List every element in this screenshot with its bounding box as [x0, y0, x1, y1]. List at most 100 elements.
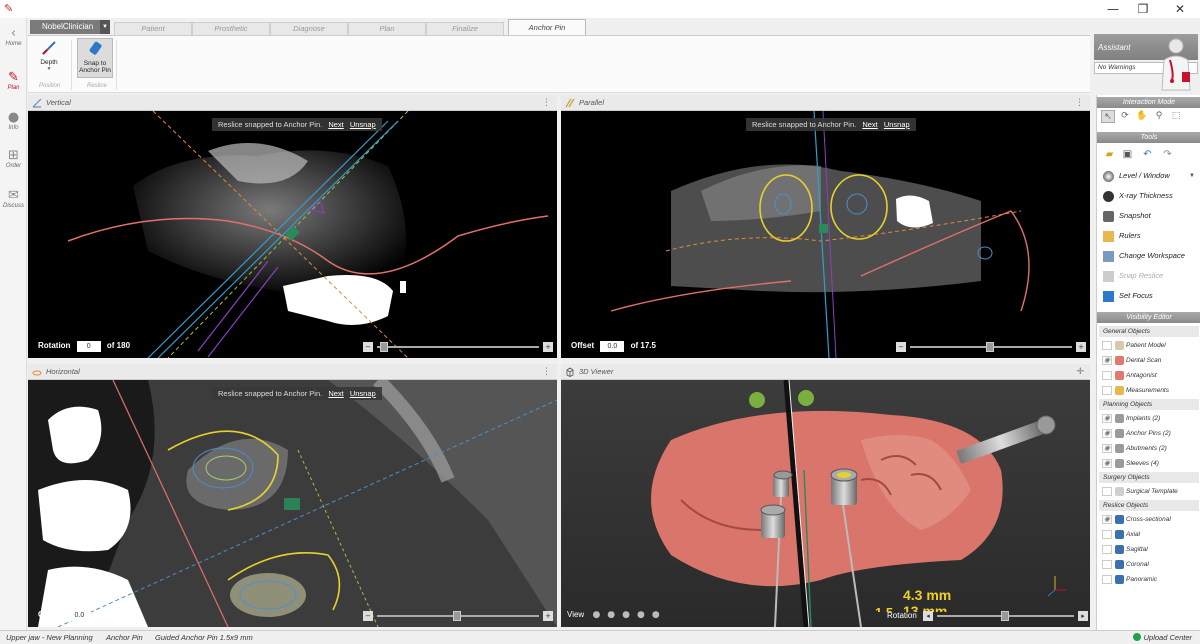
- 3d-rotation-slider[interactable]: ◂ ▸: [923, 611, 1088, 621]
- nav-info[interactable]: ● Info: [0, 110, 27, 131]
- viewport-menu-icon[interactable]: ⋮: [542, 364, 551, 380]
- visibility-row[interactable]: ◉ Cross-sectional: [1099, 512, 1199, 527]
- tab-diagnose[interactable]: Diagnose: [270, 22, 348, 35]
- vertical-image[interactable]: Reslice snapped to Anchor Pin. Next Unsn…: [28, 111, 557, 358]
- visibility-row[interactable]: Sagittal: [1099, 542, 1199, 557]
- 3d-viewer-viewport[interactable]: 3D Viewer ✛ 4.3 mm 13 mm View ●●●●● Rota…: [561, 364, 1090, 627]
- zoom-icon[interactable]: ⚲: [1152, 110, 1166, 123]
- horizontal-image[interactable]: Reslice snapped to Anchor Pin. Next Unsn…: [28, 380, 557, 627]
- pan-hand-icon[interactable]: ✋: [1135, 110, 1149, 123]
- slider-knob[interactable]: [986, 342, 994, 352]
- slider-increment-button[interactable]: +: [1076, 342, 1086, 352]
- eye-toggle-icon[interactable]: [1102, 560, 1112, 569]
- minimize-button[interactable]: —: [1100, 2, 1126, 16]
- nav-home[interactable]: ‹ Home: [0, 26, 27, 47]
- redo-icon[interactable]: ↷: [1161, 148, 1174, 161]
- tab-prosthetic[interactable]: Prosthetic: [192, 22, 270, 35]
- maximize-button[interactable]: ❐: [1130, 2, 1156, 16]
- upload-center-button[interactable]: Upload Center: [1132, 631, 1192, 644]
- nav-order[interactable]: ⊞ Order: [0, 148, 27, 169]
- viewport-menu-icon[interactable]: ⋮: [542, 95, 551, 111]
- offset-slider[interactable]: − +: [896, 342, 1086, 352]
- visibility-row[interactable]: Panoramic: [1099, 572, 1199, 587]
- expand-icon[interactable]: ✛: [1076, 364, 1084, 380]
- assistant-panel[interactable]: Assistant No Warnings: [1094, 34, 1200, 92]
- close-button[interactable]: ✕: [1167, 2, 1193, 16]
- rotation-input[interactable]: 0: [76, 341, 101, 352]
- parallel-image[interactable]: Reslice snapped to Anchor Pin. Next Unsn…: [561, 111, 1090, 358]
- notice-next-link[interactable]: Next: [328, 389, 343, 398]
- parallel-viewport[interactable]: Parallel ⋮ Reslice snapped to Anchor Pin…: [561, 95, 1090, 358]
- visibility-row[interactable]: ◉ Dental Scan: [1099, 353, 1199, 368]
- skull-view-icons[interactable]: ●●●●●: [592, 610, 666, 620]
- eye-toggle-icon[interactable]: ◉: [1102, 429, 1112, 438]
- eye-toggle-icon[interactable]: [1102, 575, 1112, 584]
- snap-to-anchor-pin-button[interactable]: Snap to Anchor Pin: [77, 38, 113, 78]
- visibility-row[interactable]: Coronal: [1099, 557, 1199, 572]
- 3d-scene[interactable]: 4.3 mm 13 mm 1.5 View ●●●●● Rotation ◂ ▸: [561, 380, 1090, 627]
- tab-anchor-pin[interactable]: Anchor Pin: [508, 19, 586, 35]
- visibility-row[interactable]: ◉ Anchor Pins (2): [1099, 426, 1199, 441]
- eye-toggle-icon[interactable]: [1102, 371, 1112, 380]
- slider-left-button[interactable]: ◂: [923, 611, 933, 621]
- eye-toggle-icon[interactable]: ◉: [1102, 414, 1112, 423]
- visibility-row[interactable]: Measurements: [1099, 383, 1199, 398]
- visibility-row[interactable]: Patient Model: [1099, 338, 1199, 353]
- notice-unsnap-link[interactable]: Unsnap: [350, 389, 376, 398]
- notice-unsnap-link[interactable]: Unsnap: [350, 120, 376, 129]
- tab-plan[interactable]: Plan: [348, 22, 426, 35]
- pointer-icon[interactable]: ↖: [1101, 110, 1115, 123]
- eye-toggle-icon[interactable]: [1102, 386, 1112, 395]
- notice-unsnap-link[interactable]: Unsnap: [884, 120, 910, 129]
- tool-snap-reslice[interactable]: Snap Reslice: [1101, 267, 1199, 285]
- save-icon[interactable]: ▣: [1121, 148, 1134, 161]
- tab-patient[interactable]: Patient: [114, 22, 192, 35]
- notice-next-link[interactable]: Next: [862, 120, 877, 129]
- offset-input[interactable]: 0.0: [67, 610, 92, 621]
- tool-level-window[interactable]: Level / Window ▼: [1101, 167, 1199, 185]
- visibility-row[interactable]: ◉ Abutments (2): [1099, 441, 1199, 456]
- eye-toggle-icon[interactable]: ◉: [1102, 459, 1112, 468]
- slider-decrement-button[interactable]: −: [363, 611, 373, 621]
- tool-xray-thickness[interactable]: X-ray Thickness: [1101, 187, 1199, 205]
- product-selector[interactable]: NobelClinician ▼: [30, 20, 110, 34]
- nav-discuss[interactable]: ✉ Discuss: [0, 188, 27, 209]
- slider-right-button[interactable]: ▸: [1078, 611, 1088, 621]
- open-folder-icon[interactable]: ▰: [1103, 148, 1116, 161]
- eye-toggle-icon[interactable]: [1102, 530, 1112, 539]
- rotate-icon[interactable]: ⟳: [1118, 110, 1132, 123]
- visibility-row[interactable]: Antagonist: [1099, 368, 1199, 383]
- slider-knob[interactable]: [453, 611, 461, 621]
- slider-knob[interactable]: [380, 342, 388, 352]
- offset-slider[interactable]: − +: [363, 611, 553, 621]
- visibility-row[interactable]: ◉ Implants (2): [1099, 411, 1199, 426]
- notice-next-link[interactable]: Next: [328, 120, 343, 129]
- tool-rulers[interactable]: Rulers: [1101, 227, 1199, 245]
- horizontal-viewport[interactable]: Horizontal ⋮ Reslice snapped to Anchor P…: [28, 364, 557, 627]
- slider-decrement-button[interactable]: −: [363, 342, 373, 352]
- depth-button[interactable]: Depth ▼: [34, 38, 64, 78]
- eye-toggle-icon[interactable]: [1102, 487, 1112, 496]
- slider-increment-button[interactable]: +: [543, 611, 553, 621]
- eye-toggle-icon[interactable]: ◉: [1102, 515, 1112, 524]
- eye-toggle-icon[interactable]: [1102, 341, 1112, 350]
- tool-set-focus[interactable]: Set Focus: [1101, 287, 1199, 305]
- visibility-row[interactable]: ◉ Sleeves (4): [1099, 456, 1199, 471]
- slider-knob[interactable]: [1001, 611, 1009, 621]
- undo-icon[interactable]: ↶: [1141, 148, 1154, 161]
- visibility-row[interactable]: Axial: [1099, 527, 1199, 542]
- slider-decrement-button[interactable]: −: [896, 342, 906, 352]
- tab-finalize[interactable]: Finalize: [426, 22, 504, 35]
- zoom-region-icon[interactable]: ⬚: [1169, 110, 1183, 123]
- nav-plan[interactable]: ✎ Plan: [0, 70, 27, 91]
- tool-change-workspace[interactable]: Change Workspace: [1101, 247, 1199, 265]
- eye-toggle-icon[interactable]: ◉: [1102, 444, 1112, 453]
- viewport-menu-icon[interactable]: ⋮: [1075, 95, 1084, 111]
- eye-toggle-icon[interactable]: [1102, 545, 1112, 554]
- vertical-viewport[interactable]: Vertical ⋮ Reslice snapped to Anchor Pin…: [28, 95, 557, 358]
- eye-toggle-icon[interactable]: ◉: [1102, 356, 1112, 365]
- offset-input[interactable]: 0.0: [600, 341, 625, 352]
- tool-snapshot[interactable]: Snapshot: [1101, 207, 1199, 225]
- slider-increment-button[interactable]: +: [543, 342, 553, 352]
- visibility-row[interactable]: Surgical Template: [1099, 484, 1199, 499]
